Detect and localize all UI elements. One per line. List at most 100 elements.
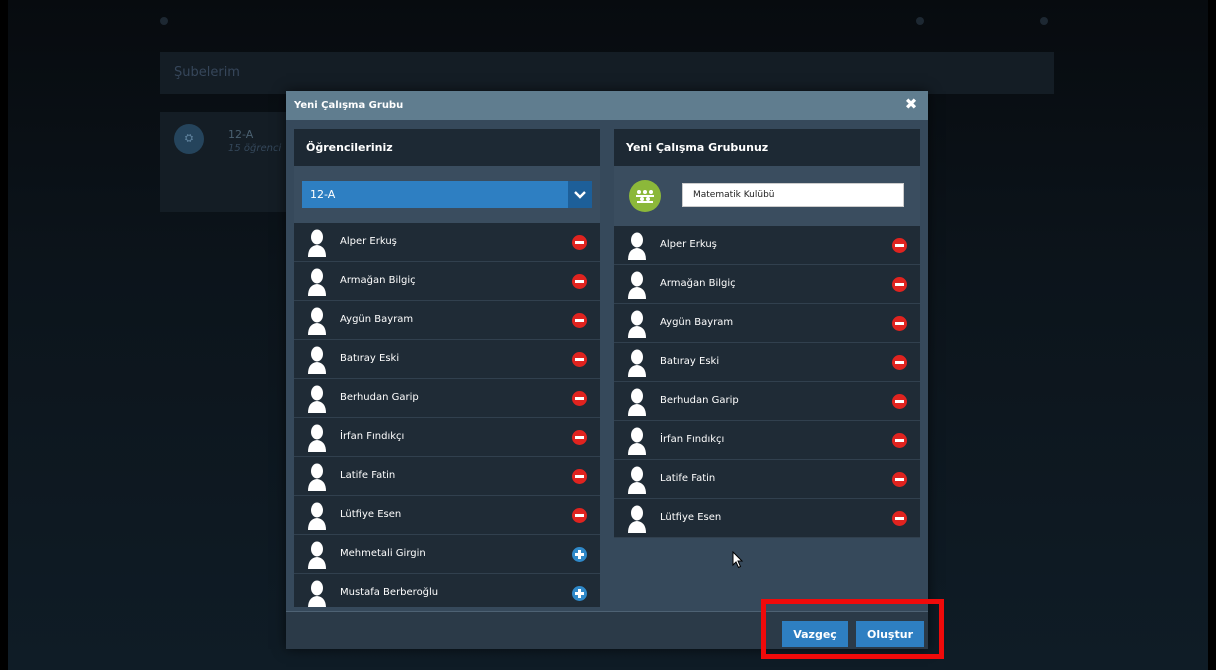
remove-student-icon[interactable] <box>572 430 587 445</box>
list-item: Batıray Eski <box>614 343 920 382</box>
remove-student-icon[interactable] <box>892 277 907 292</box>
remove-student-icon[interactable] <box>892 394 907 409</box>
new-study-group-modal: Yeni Çalışma Grubu ✖ Öğrencileriniz 12-A… <box>286 91 928 649</box>
group-members-list: Alper Erkuş Armağan Bilgiç Aygün Bayram Bat… <box>614 226 920 538</box>
student-name: Armağan Bilgiç <box>660 278 736 289</box>
modal-title: Yeni Çalışma Grubu <box>294 100 404 111</box>
remove-student-icon[interactable] <box>572 235 587 250</box>
user-avatar-icon <box>628 427 646 455</box>
student-name: Alper Erkuş <box>660 239 717 250</box>
student-name: Armağan Bilgiç <box>340 275 416 286</box>
user-avatar-icon <box>628 388 646 416</box>
list-item: Armağan Bilgiç <box>614 265 920 304</box>
student-name: Berhudan Garip <box>660 395 739 406</box>
add-student-icon[interactable] <box>572 547 587 562</box>
list-item: Berhudan Garip <box>614 382 920 421</box>
topbar-menu-icon <box>160 17 168 25</box>
remove-student-icon[interactable] <box>572 274 587 289</box>
create-button[interactable]: Oluştur <box>856 621 924 647</box>
remove-student-icon[interactable] <box>892 316 907 331</box>
group-column: Yeni Çalışma Grubunuz Matematik Kulübü A… <box>614 129 920 538</box>
students-column: Öğrencileriniz 12-A Alper Erkuş Armağan B… <box>294 129 600 607</box>
remove-student-icon[interactable] <box>572 508 587 523</box>
background-topbar <box>160 8 1056 34</box>
background-class-card: ⛭ 12-A 15 öğrenci <box>160 112 286 212</box>
topbar-notification-icon <box>916 17 924 25</box>
remove-student-icon[interactable] <box>572 313 587 328</box>
modal-title-bar: Yeni Çalışma Grubu ✖ <box>286 91 928 120</box>
list-item: Mehmetali Girgin <box>294 535 600 574</box>
list-item: Aygün Bayram <box>614 304 920 343</box>
remove-student-icon[interactable] <box>572 352 587 367</box>
student-name: Batıray Eski <box>340 353 400 364</box>
students-list: Alper Erkuş Armağan Bilgiç Aygün Bayram Bat… <box>294 223 600 607</box>
student-name: İrfan Fındıkçı <box>340 431 405 442</box>
user-avatar-icon <box>308 385 326 413</box>
remove-student-icon[interactable] <box>572 469 587 484</box>
list-item: Latife Fatin <box>294 457 600 496</box>
student-name: Lütfiye Esen <box>660 512 722 523</box>
students-heading: Öğrencileriniz <box>294 129 600 166</box>
modal-footer: Vazgeç Oluştur <box>286 611 928 649</box>
list-item: Lütfiye Esen <box>294 496 600 535</box>
list-item: İrfan Fındıkçı <box>614 421 920 460</box>
background-header: Şubelerim <box>160 52 1054 94</box>
student-name: Berhudan Garip <box>340 392 419 403</box>
student-name: İrfan Fındıkçı <box>660 434 725 445</box>
close-icon[interactable]: ✖ <box>904 97 918 112</box>
remove-student-icon[interactable] <box>892 238 907 253</box>
list-item: Lütfiye Esen <box>614 499 920 538</box>
user-avatar-icon <box>308 346 326 374</box>
group-name-input[interactable]: Matematik Kulübü <box>682 183 904 207</box>
user-avatar-icon <box>308 502 326 530</box>
group-name-row: Matematik Kulübü <box>614 166 920 226</box>
user-avatar-icon <box>308 580 326 607</box>
remove-student-icon[interactable] <box>892 472 907 487</box>
class-card-subtitle: 15 öğrenci <box>228 143 282 154</box>
user-avatar-icon <box>628 232 646 260</box>
frame-left <box>0 0 8 670</box>
group-heading: Yeni Çalışma Grubunuz <box>614 129 920 166</box>
list-item: Batıray Eski <box>294 340 600 379</box>
student-name: Aygün Bayram <box>340 314 414 325</box>
remove-student-icon[interactable] <box>892 433 907 448</box>
remove-student-icon[interactable] <box>892 355 907 370</box>
student-name: Mustafa Berberoğlu <box>340 587 439 598</box>
background-header-title: Şubelerim <box>174 65 240 80</box>
user-avatar-icon <box>628 466 646 494</box>
student-name: Lütfiye Esen <box>340 509 402 520</box>
class-select[interactable]: 12-A <box>302 181 592 208</box>
class-card-name: 12-A <box>228 128 254 141</box>
remove-student-icon[interactable] <box>892 511 907 526</box>
class-select-row: 12-A <box>294 166 600 223</box>
student-name: Latife Fatin <box>340 470 396 481</box>
mouse-cursor-icon <box>732 551 744 569</box>
user-avatar-icon <box>308 463 326 491</box>
remove-student-icon[interactable] <box>572 391 587 406</box>
list-item: Mustafa Berberoğlu <box>294 574 600 607</box>
user-avatar-icon <box>308 268 326 296</box>
user-avatar-icon <box>308 229 326 257</box>
class-select-value: 12-A <box>310 188 336 201</box>
student-name: Latife Fatin <box>660 473 716 484</box>
student-name: Mehmetali Girgin <box>340 548 426 559</box>
user-avatar-icon <box>308 541 326 569</box>
list-item: Armağan Bilgiç <box>294 262 600 301</box>
student-name: Aygün Bayram <box>660 317 734 328</box>
add-student-icon[interactable] <box>572 586 587 601</box>
list-item: Berhudan Garip <box>294 379 600 418</box>
user-avatar-icon <box>308 307 326 335</box>
user-avatar-icon <box>628 310 646 338</box>
student-name: Alper Erkuş <box>340 236 397 247</box>
user-avatar-icon <box>628 271 646 299</box>
class-group-icon: ⛭ <box>174 124 204 154</box>
list-item: Alper Erkuş <box>614 226 920 265</box>
student-name: Batıray Eski <box>660 356 720 367</box>
user-avatar-icon <box>308 424 326 452</box>
frame-right <box>1208 0 1216 670</box>
chevron-down-icon[interactable] <box>568 181 592 208</box>
topbar-user-icon <box>1040 17 1048 25</box>
list-item: Latife Fatin <box>614 460 920 499</box>
list-item: Alper Erkuş <box>294 223 600 262</box>
cancel-button[interactable]: Vazgeç <box>782 621 848 647</box>
